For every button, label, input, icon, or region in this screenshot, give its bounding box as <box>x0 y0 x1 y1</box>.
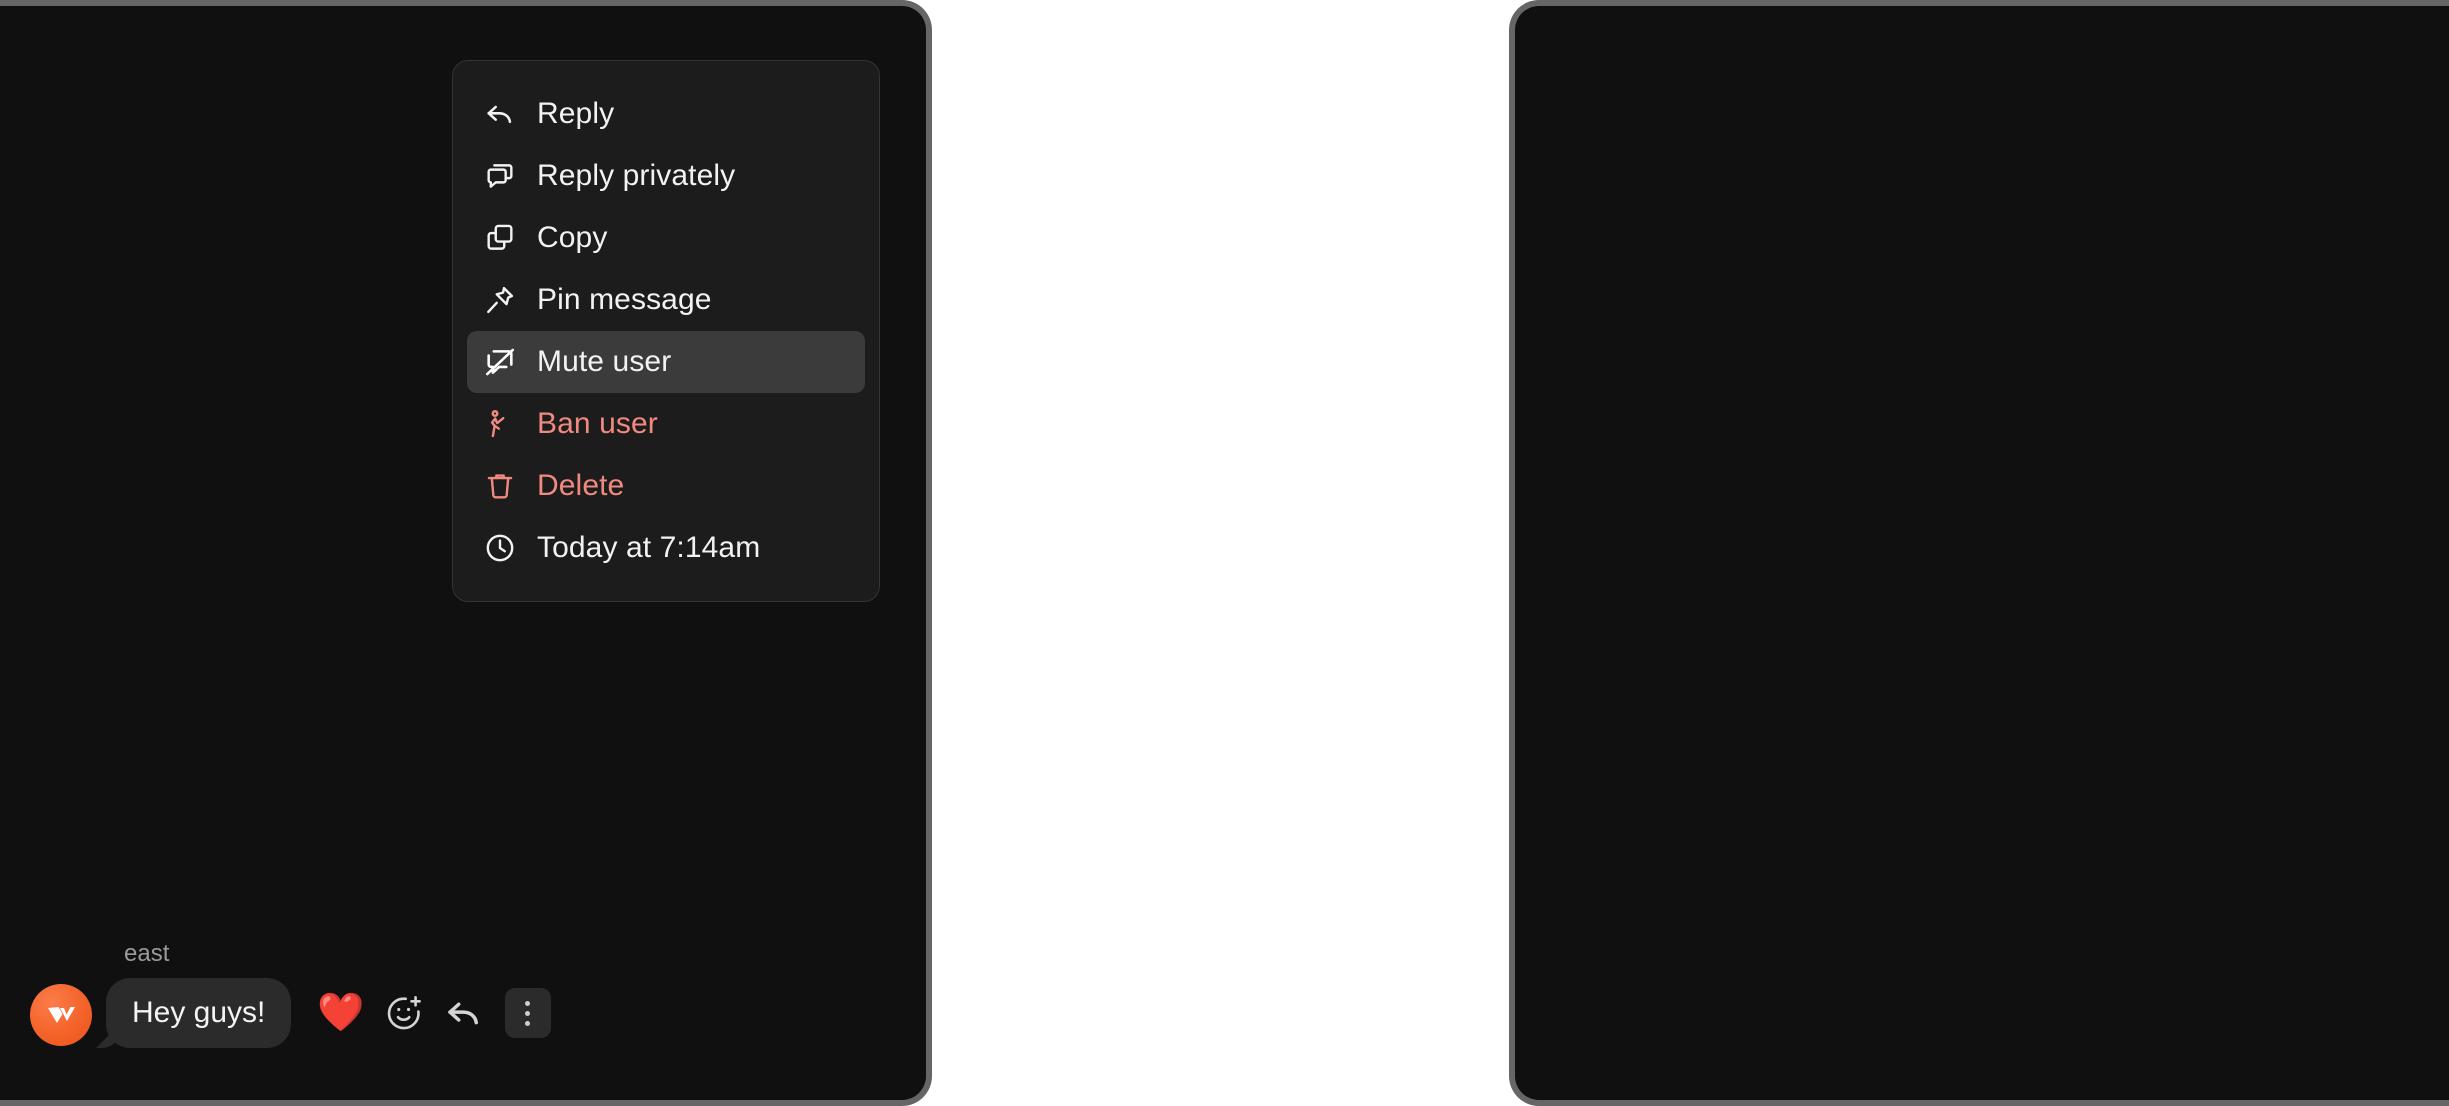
message-context-menu: Reply Reply privately <box>452 60 880 602</box>
message-content: east Hey guys! ❤️ <box>106 940 551 1048</box>
bubble-and-actions: Hey guys! ❤️ <box>106 978 551 1048</box>
message-row: east Hey guys! ❤️ <box>30 940 551 1048</box>
ban-user-icon <box>483 405 525 443</box>
menu-item-timestamp: Today at 7:14am <box>467 517 865 579</box>
heart-reaction[interactable]: ❤️ <box>317 994 364 1032</box>
menu-item-label: Delete <box>525 469 624 503</box>
reply-privately-icon <box>483 157 525 195</box>
copy-icon <box>483 219 525 257</box>
screenshot-root: Reply Reply privately <box>0 0 2449 1106</box>
menu-item-pin-message[interactable]: Pin message <box>467 269 865 331</box>
add-reaction-button[interactable] <box>383 992 425 1034</box>
menu-item-label: Mute user <box>525 345 671 379</box>
reply-button[interactable] <box>443 992 485 1034</box>
more-options-button[interactable] <box>505 988 551 1038</box>
menu-item-label: Copy <box>525 221 607 255</box>
menu-item-reply[interactable]: Reply <box>467 83 865 145</box>
menu-item-ban-user[interactable]: Ban user <box>467 393 865 455</box>
menu-item-label: Reply privately <box>525 159 735 193</box>
clock-icon <box>483 529 525 567</box>
message-sender-name: east <box>124 940 551 968</box>
chat-panel: Reply Reply privately <box>0 0 932 1106</box>
menu-item-copy[interactable]: Copy <box>467 207 865 269</box>
menu-item-delete[interactable]: Delete <box>467 455 865 517</box>
mute-user-icon <box>483 343 525 381</box>
trash-icon <box>483 467 525 505</box>
menu-item-label: Ban user <box>525 407 658 441</box>
mute-dialog-panel: Mute east They will not be able to send … <box>1509 0 2449 1106</box>
reply-icon <box>483 95 525 133</box>
menu-item-label: Pin message <box>525 283 712 317</box>
avatar[interactable] <box>30 984 92 1046</box>
pin-icon <box>483 281 525 319</box>
menu-item-label: Reply <box>525 97 614 131</box>
message-bubble[interactable]: Hey guys! <box>106 978 291 1048</box>
menu-item-mute-user[interactable]: Mute user <box>467 331 865 393</box>
menu-item-reply-privately[interactable]: Reply privately <box>467 145 865 207</box>
menu-item-label: Today at 7:14am <box>525 531 760 565</box>
more-vertical-icon <box>525 1001 530 1026</box>
